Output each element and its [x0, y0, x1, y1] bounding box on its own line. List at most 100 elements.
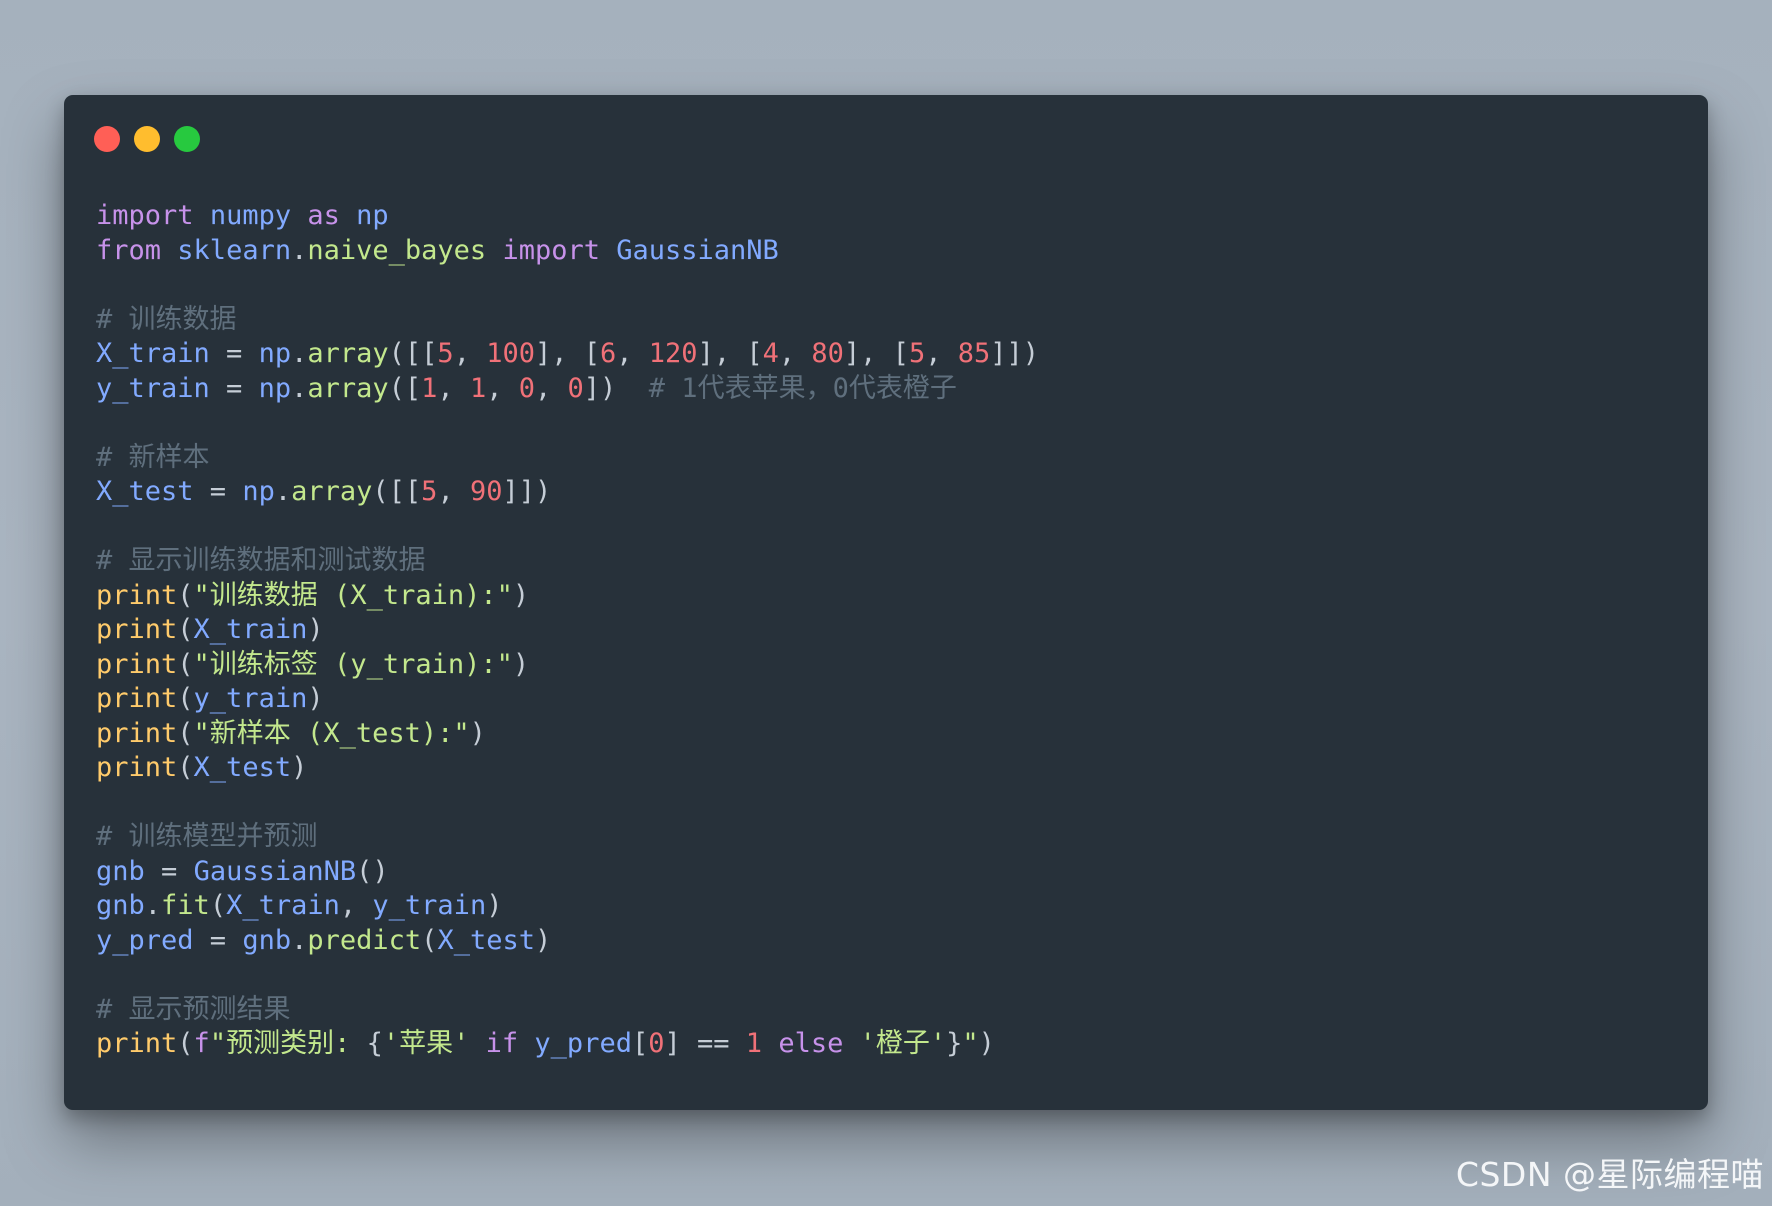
- close-button[interactable]: [94, 126, 120, 152]
- code-line: print("新样本 (X_test):"): [96, 717, 1039, 752]
- code-token: =: [209, 372, 259, 404]
- code-token: ,: [437, 476, 470, 507]
- maximize-button[interactable]: [174, 126, 200, 152]
- code-token: ): [307, 683, 324, 714]
- code-token: array: [307, 372, 389, 404]
- code-line: print(y_train): [96, 682, 1039, 717]
- code-token: 5: [437, 338, 454, 369]
- code-token: ": [962, 1028, 979, 1059]
- code-token: 90: [469, 476, 503, 507]
- code-token: (: [177, 648, 194, 680]
- code-token: "新样本 (X_test):": [193, 717, 470, 749]
- code-token: ): [978, 1028, 995, 1059]
- code-token: ]): [583, 372, 649, 404]
- code-token: ,: [437, 372, 470, 404]
- code-token: 120: [648, 338, 698, 369]
- code-token: ): [512, 648, 530, 680]
- code-token: ): [307, 614, 324, 645]
- code-token: f: [193, 1028, 210, 1059]
- code-token: 0: [567, 372, 584, 404]
- code-token: '苹果': [382, 1028, 470, 1059]
- code-token: print: [96, 579, 178, 611]
- code-token: ([: [388, 372, 422, 404]
- code-token: predict: [307, 924, 422, 956]
- code-token: =: [193, 924, 243, 956]
- code-token: naive_bayes: [307, 234, 487, 266]
- code-token: 85: [957, 338, 991, 369]
- code-token: y_train: [193, 683, 308, 714]
- code-line: X_test = np.array([[5, 90]]): [96, 475, 1039, 510]
- code-token: ,: [486, 372, 519, 404]
- code-token: as: [307, 200, 340, 231]
- code-line: # 训练模型并预测: [96, 820, 1039, 855]
- window-controls: [94, 126, 200, 152]
- code-token: =: [144, 855, 194, 887]
- code-token: # 1代表苹果，0代表橙子: [648, 372, 957, 404]
- code-token: ,: [778, 338, 812, 369]
- code-token: .: [274, 476, 292, 507]
- code-token: ): [512, 579, 530, 611]
- code-token: 6: [600, 338, 617, 369]
- code-token: .: [144, 890, 162, 921]
- code-token: ,: [925, 338, 958, 369]
- code-line: print(f"预测类别: {'苹果' if y_pred[0] == 1 el…: [96, 1027, 1039, 1062]
- code-token: X_test: [193, 752, 292, 783]
- code-token: "训练数据 (X_train):": [193, 579, 513, 611]
- code-token: from: [96, 234, 162, 266]
- code-token: X_test: [96, 476, 194, 507]
- code-token: np: [356, 200, 389, 231]
- minimize-button[interactable]: [134, 126, 160, 152]
- code-line: print(X_test): [96, 751, 1039, 786]
- code-token: gnb: [242, 924, 292, 956]
- code-token: print: [96, 717, 178, 749]
- code-line: print(X_train): [96, 613, 1039, 648]
- code-token: =: [193, 476, 243, 507]
- code-token: .: [291, 338, 308, 369]
- code-token: np: [258, 338, 292, 369]
- code-line: print("训练数据 (X_train):"): [96, 579, 1039, 614]
- code-token: [: [631, 1028, 649, 1059]
- code-token: fit: [161, 890, 210, 921]
- code-token: print: [96, 614, 178, 645]
- code-token: if: [485, 1028, 519, 1059]
- code-token: print: [96, 648, 178, 680]
- code-token: (: [177, 614, 194, 645]
- code-token: (: [177, 717, 194, 749]
- code-token: else: [778, 1028, 844, 1059]
- code-token: ]]): [990, 338, 1040, 369]
- code-token: GaussianNB: [616, 234, 779, 266]
- code-token: 0: [518, 372, 535, 404]
- code-token: 1: [745, 1028, 763, 1059]
- code-token: ], [: [843, 338, 909, 369]
- code-token: import: [502, 234, 600, 266]
- code-token: ], [: [534, 338, 601, 369]
- code-token: .: [291, 234, 308, 266]
- code-token: y_pred: [96, 924, 194, 956]
- code-token: y_train: [372, 890, 487, 921]
- code-token: 100: [486, 338, 535, 369]
- code-token: 1: [469, 372, 487, 404]
- code-token: ,: [616, 338, 649, 369]
- code-token: np: [258, 372, 292, 404]
- code-token: # 新样本: [96, 441, 210, 473]
- code-token: np: [242, 476, 275, 507]
- code-token: numpy: [209, 200, 292, 231]
- code-token: ==: [680, 1028, 746, 1059]
- code-token: print: [96, 752, 178, 783]
- code-token: sklearn: [177, 234, 292, 266]
- code-line: # 显示预测结果: [96, 993, 1039, 1028]
- code-token: ([[: [372, 476, 422, 507]
- code-token: 80: [811, 338, 844, 369]
- code-line: X_train = np.array([[5, 100], [6, 120], …: [96, 337, 1039, 372]
- code-token: # 显示训练数据和测试数据: [96, 545, 426, 576]
